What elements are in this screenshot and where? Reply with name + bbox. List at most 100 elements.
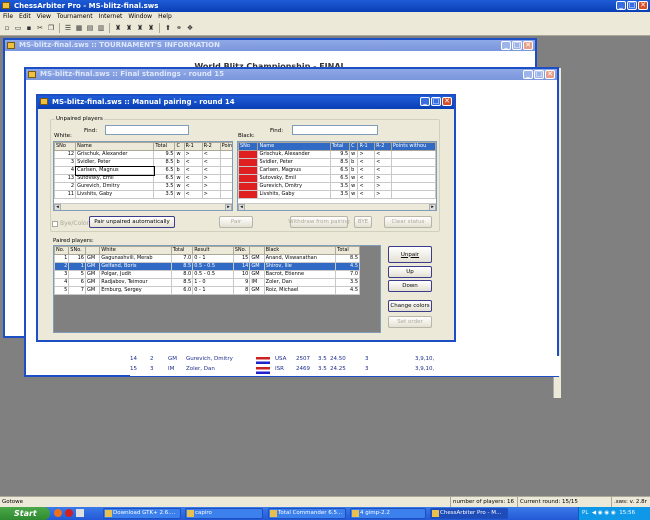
down-button[interactable]: Down xyxy=(388,280,432,292)
task-capiro[interactable]: capiro xyxy=(185,508,263,519)
menu-item-window[interactable]: Window xyxy=(128,12,152,22)
menu-item-file[interactable]: File xyxy=(3,12,13,22)
menu-item-edit[interactable]: Edit xyxy=(19,12,31,22)
paired-row[interactable]: 3 5 GM Polgar, Judit 8.0 0.5 - 0.5 10 GM Bacrot,… xyxy=(54,270,360,279)
close-button[interactable]: ✕ xyxy=(545,70,555,79)
browser-icon[interactable] xyxy=(54,509,62,517)
column-header[interactable]: SNo. xyxy=(68,246,86,255)
column-header[interactable]: Total xyxy=(335,246,360,255)
menu-item-internet[interactable]: Internet xyxy=(99,12,123,22)
column-header[interactable] xyxy=(249,246,265,255)
link-icon[interactable]: ⚭ xyxy=(174,23,184,33)
cut-icon[interactable]: ✂ xyxy=(35,23,45,33)
paired-row[interactable]: 4 6 GM Radjabov, Teimour 8.5 1 - 0 9 IM Zoler, D… xyxy=(54,278,360,287)
black-player-row[interactable]: 13 Sutovsky, Emil 6.5 w < > xyxy=(238,174,436,183)
menu-item-view[interactable]: View xyxy=(37,12,51,22)
new-file-icon[interactable]: ▫ xyxy=(2,23,12,33)
paired-row[interactable]: 1 16 GM Gagunashvili, Merab 7.0 0 - 1 15 GM Anan… xyxy=(54,254,360,263)
column-header[interactable]: Name xyxy=(257,142,331,151)
column-header[interactable]: White xyxy=(99,246,172,255)
column-header[interactable]: C xyxy=(349,142,359,151)
maximize-button[interactable]: □ xyxy=(627,1,637,10)
column-header[interactable]: C xyxy=(174,142,185,151)
task-gimp[interactable]: 4 gimp-2.2 xyxy=(350,508,426,519)
column-header[interactable]: Total xyxy=(329,142,351,151)
column-header[interactable]: SNo xyxy=(238,142,259,151)
help-icon[interactable]: ❖ xyxy=(185,23,195,33)
black-player-row[interactable]: 12 Grischuk, Alexander 9.5 w > < xyxy=(238,150,436,159)
column-header[interactable]: Result xyxy=(192,246,234,255)
column-header[interactable]: Name xyxy=(75,142,155,151)
minimize-button[interactable]: _ xyxy=(501,41,511,50)
pair-auto-button[interactable]: Pair unpaired automatically xyxy=(89,216,175,228)
standings-row[interactable]: 14 2 GM Gurevich, Dmitry USA 2507 3.5 24.50 3 3,9… xyxy=(130,356,560,366)
maximize-button[interactable]: □ xyxy=(431,97,441,106)
open-folder-icon[interactable]: ▭ xyxy=(13,23,23,33)
black-player-row[interactable]: 4 Carlsen, Magnus 6.5 b < < xyxy=(238,166,436,175)
results-icon[interactable]: ▤ xyxy=(85,23,95,33)
mail-icon[interactable] xyxy=(76,509,84,517)
standings-row[interactable]: 15 3 IM Zoler, Dan ISR 2469 3.5 24.25 3 3,9,10, xyxy=(130,366,560,376)
save-icon[interactable]: ▪ xyxy=(24,23,34,33)
unpair-button[interactable]: Unpair xyxy=(388,246,432,263)
table-icon[interactable]: ▥ xyxy=(96,23,106,33)
bye-button[interactable]: BYE xyxy=(354,216,372,228)
change-colors-button[interactable]: Change colors xyxy=(388,300,432,312)
maximize-button[interactable]: □ xyxy=(512,41,522,50)
column-header[interactable]: R-2 xyxy=(201,142,221,151)
column-header[interactable]: Black xyxy=(263,246,337,255)
clear-status-button[interactable]: Clear status xyxy=(384,216,432,228)
column-header[interactable]: Total xyxy=(153,142,176,151)
minimize-button[interactable]: _ xyxy=(523,70,533,79)
pair-round-icon[interactable]: ♜ xyxy=(113,23,123,33)
opera-icon[interactable] xyxy=(65,509,73,517)
task-download-gtk[interactable]: Download GTK+ 2.6.... xyxy=(103,508,181,519)
white-player-row[interactable]: 4 Carlsen, Magnus 6.5 b < < xyxy=(54,165,232,176)
task-total-commander[interactable]: Total Commander 6.5... xyxy=(268,508,346,519)
start-button[interactable]: Start xyxy=(0,507,50,520)
minimize-button[interactable]: _ xyxy=(420,97,430,106)
pair-clear-icon[interactable]: ♜ xyxy=(146,23,156,33)
up-button[interactable]: Up xyxy=(388,266,432,278)
paired-table[interactable]: No. SNo. White Total Result SNo. Black Total 1 16… xyxy=(53,245,381,333)
black-unpaired-table[interactable]: SNoNameTotalCR-1R-2Points withouStatusNa… xyxy=(237,141,437,211)
column-header[interactable]: SNo. xyxy=(232,246,251,255)
black-find-input[interactable] xyxy=(292,125,378,135)
black-hscroll[interactable]: ◂ ▸ xyxy=(238,203,436,210)
language-indicator[interactable]: PL xyxy=(582,510,588,516)
paired-row[interactable]: 5 7 GM Ernburg, Sergey 6.0 0 - 1 8 GM Roiz, Mich… xyxy=(54,286,360,295)
menu-item-tournament[interactable]: Tournament xyxy=(57,12,93,22)
column-header[interactable]: No. xyxy=(54,246,70,255)
column-header[interactable] xyxy=(84,246,101,255)
white-find-input[interactable] xyxy=(105,125,189,135)
column-header[interactable]: Total xyxy=(170,246,194,255)
column-header[interactable]: Status xyxy=(435,142,436,151)
column-header[interactable]: R-1 xyxy=(357,142,376,151)
paired-row[interactable]: 2 1 GM Gelfand, Boris 8.5 0.5 - 0.5 14 GM Shirov… xyxy=(54,262,360,271)
white-unpaired-table[interactable]: SNoNameTotalCR-1R-2Points withouNa12Gris… xyxy=(53,141,233,211)
up-icon[interactable]: ⬆ xyxy=(163,23,173,33)
close-button[interactable]: ✕ xyxy=(523,41,533,50)
white-player-row[interactable]: 11 Livshits, Gaby 3.5 w < > xyxy=(54,190,232,199)
pair-button[interactable]: Pair xyxy=(219,216,253,228)
column-header[interactable]: Points withou xyxy=(390,142,436,151)
column-header[interactable]: Points withou xyxy=(219,142,232,151)
column-header[interactable]: R-1 xyxy=(183,142,203,151)
close-button[interactable]: ✕ xyxy=(638,1,648,10)
set-order-button[interactable]: Set order xyxy=(388,316,432,328)
white-player-row[interactable]: 3 Svidler, Peter 8.5 b < < xyxy=(54,158,232,167)
black-player-row[interactable]: 11 Livshits, Gaby 3.5 w < > xyxy=(238,190,436,199)
white-hscroll[interactable]: ◂ ▸ xyxy=(54,203,232,210)
black-player-row[interactable]: 2 Gurevich, Dmitry 3.5 w < > xyxy=(238,182,436,191)
bye-color-checkbox[interactable]: Bye/Color xyxy=(52,220,89,227)
pair-manual-icon[interactable]: ♜ xyxy=(135,23,145,33)
minimize-button[interactable]: _ xyxy=(616,1,626,10)
close-button[interactable]: ✕ xyxy=(442,97,452,106)
withdraw-button[interactable]: Withdraw from pairing xyxy=(288,216,350,228)
black-player-row[interactable]: 3 Svidler, Peter 8.5 b < < xyxy=(238,158,436,167)
maximize-button[interactable]: □ xyxy=(534,70,544,79)
white-player-row[interactable]: 13 Sutovsky, Emil 6.5 w < > xyxy=(54,174,232,183)
white-player-row[interactable]: 12 Grischuk, Alexander 9.5 w > < xyxy=(54,150,232,159)
pair-next-icon[interactable]: ♜ xyxy=(124,23,134,33)
menu-item-help[interactable]: Help xyxy=(158,12,172,22)
